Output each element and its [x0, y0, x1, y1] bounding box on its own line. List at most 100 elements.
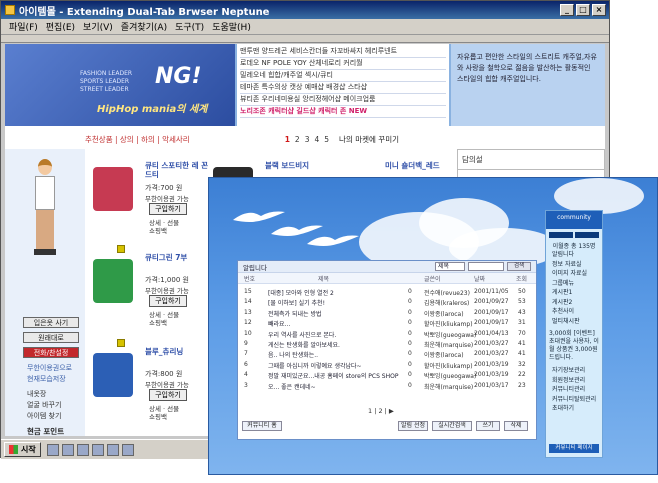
page-link[interactable]: 4: [314, 135, 319, 144]
menu-file[interactable]: 파일(F): [9, 20, 38, 33]
row-subject[interactable]: 그때를 아십니까 이렇예요 생각납다~: [268, 361, 362, 370]
page-link[interactable]: 5: [324, 135, 329, 144]
menu-help[interactable]: 도움말(H): [212, 20, 251, 33]
quicklaunch-icon[interactable]: [91, 443, 104, 456]
category-row[interactable]: 테마존 특수의상 캣상 예매샵 배경샵 스타샵: [240, 82, 446, 94]
product-thumb[interactable]: [93, 353, 133, 397]
table-row[interactable]: 10 우리 역사를 사진으로 본다. 0 박뽀잉(gueogawa) 2001/04/1…: [238, 329, 538, 339]
col-number: 번호: [244, 275, 256, 283]
search-input[interactable]: [468, 262, 504, 271]
maximize-icon[interactable]: □: [576, 4, 590, 16]
table-row[interactable]: 7 음.. 나의 탄생화는.. 0 이왕종(laroca) 2001/03/27 41: [238, 349, 538, 359]
row-subject[interactable]: 전체측가 되내는 방법: [268, 309, 322, 318]
live-search-button[interactable]: 실시간검색: [432, 421, 472, 431]
product-card[interactable]: 블루_츄리닝 가격:800 원 무한이용권 가능 구입하기 상세 · 선물 쇼핑…: [89, 339, 209, 429]
row-subject[interactable]: [대종] 모아와 인형 열전 2: [268, 288, 334, 297]
reset-button[interactable]: 원래대로: [23, 332, 79, 343]
menu-tools[interactable]: 도구(T): [175, 20, 204, 33]
detail-link[interactable]: 상세 · 선물: [149, 405, 179, 413]
category-row[interactable]: 뷰티존 우리네미용실 앙리정헤어샵 메이크업룸: [240, 94, 446, 106]
community-menu-item[interactable]: 게시판1: [552, 288, 602, 298]
cart-link[interactable]: 쇼핑백: [149, 227, 179, 235]
community-link[interactable]: 자기장보관리: [552, 366, 602, 376]
menu-edit[interactable]: 편집(E): [46, 20, 75, 33]
search-button[interactable]: 검색: [507, 262, 531, 271]
category-links[interactable]: 추천상품 | 상의 | 하의 | 악세사리: [85, 134, 190, 145]
community-menu-item[interactable]: 게시판2: [552, 298, 602, 308]
detail-link[interactable]: 상세 · 선물: [149, 311, 179, 319]
buy-worn-button[interactable]: 입은옷 사기: [23, 317, 79, 328]
write-button[interactable]: 쓰기: [476, 421, 500, 431]
category-row[interactable]: 노리조존 캐릭터샵 길드샵 캐릭터 존 NEW: [240, 106, 446, 118]
cart-link[interactable]: 쇼핑백: [149, 413, 179, 421]
delete-button[interactable]: 삭제: [504, 421, 528, 431]
community-page-button[interactable]: 커뮤니티 페이지: [549, 444, 599, 453]
table-row[interactable]: 3 오... 좋은 캔데네~ 0 최운해(marquise) 2001/03/17 23: [238, 381, 538, 391]
row-subject[interactable]: 게신는 탄생화를 알아보세요.: [268, 340, 340, 349]
page-link[interactable]: 3: [305, 135, 310, 144]
quicklaunch-icon[interactable]: [61, 443, 74, 456]
minimize-icon[interactable]: _: [560, 4, 574, 16]
cart-link[interactable]: 쇼핑백: [149, 319, 179, 327]
category-row[interactable]: 로데오 NF POLE YOY 산체네로리 커리월: [240, 58, 446, 70]
community-home-button[interactable]: 커뮤니티 홈: [242, 421, 282, 431]
table-row[interactable]: 15 [대종] 모아와 인형 열전 2 0 전수애(revue23) 2001/11/0…: [238, 287, 538, 297]
table-row[interactable]: 13 전체측가 되내는 방법 0 이왕종(laroca) 2001/09/17 43: [238, 308, 538, 318]
product-thumb[interactable]: [93, 259, 133, 303]
table-row[interactable]: 4 정말 재미있군요...내공 홈페이 store의 PCS SHOP 0 박뽀잉(g…: [238, 370, 538, 380]
buy-button[interactable]: 구입하기: [149, 389, 187, 401]
board-pager[interactable]: 1 | 2 | ▶: [368, 407, 394, 415]
community-link[interactable]: 초대하기: [552, 404, 602, 414]
community-menu-item[interactable]: 추천사이: [552, 307, 602, 317]
product-thumb[interactable]: [93, 167, 133, 211]
community-menu-item[interactable]: 멀티채시판: [552, 317, 602, 327]
page-link[interactable]: 2: [295, 135, 300, 144]
quicklaunch-icon[interactable]: [121, 443, 134, 456]
community-menu-item[interactable]: 정보 자료실: [552, 260, 602, 270]
quicklaunch-icon[interactable]: [106, 443, 119, 456]
menu-view[interactable]: 보기(V): [83, 20, 113, 33]
my-market-link[interactable]: 나의 마켓에 꾸미기: [339, 134, 399, 145]
product-name[interactable]: 큐티그린 7부: [145, 253, 211, 262]
notice-select-button[interactable]: 알림 선정: [398, 421, 428, 431]
product-name[interactable]: 미니 숄더백_레드: [385, 161, 451, 170]
product-name[interactable]: 블랙 보드비지: [265, 161, 331, 170]
face-change-link[interactable]: 얼굴 바꾸기: [27, 400, 61, 411]
product-card[interactable]: 큐티그린 7부 가격:1,000 원 무한이용권 가능 구입하기 상세 · 선물…: [89, 245, 209, 335]
item-search-link[interactable]: 아이템 찾기: [27, 411, 61, 422]
start-button[interactable]: 시작: [4, 442, 41, 457]
row-subject[interactable]: 음.. 나의 탄생화는..: [268, 350, 318, 359]
community-menu-item[interactable]: 그룹메뉴: [552, 279, 602, 289]
community-menu-item[interactable]: 이미지 자료실: [552, 269, 602, 279]
table-row[interactable]: 14 [물 이하보] 실기 추천! 0 김용해(kraleros) 2001/09/27…: [238, 297, 538, 307]
close-icon[interactable]: ×: [592, 4, 606, 16]
settings-button[interactable]: 전화/찬설정: [23, 347, 79, 358]
buy-button[interactable]: 구입하기: [149, 295, 187, 307]
page-link[interactable]: 1: [285, 135, 290, 144]
quicklaunch-icon[interactable]: [76, 443, 89, 456]
row-subject[interactable]: 우리 역사를 사진으로 본다.: [268, 330, 336, 339]
table-row[interactable]: 12 빼라요... 0 할아진(kliukamp) 2001/09/17 31: [238, 318, 538, 328]
product-name[interactable]: 블루_츄리닝: [145, 347, 211, 356]
product-name[interactable]: 큐티 스포티한 레 꼰드티: [145, 161, 211, 179]
avatar-legs: [36, 210, 54, 250]
table-row[interactable]: 9 게신는 탄생화를 알아보세요. 0 최운해(marquise) 2001/03/27…: [238, 339, 538, 349]
menu-favorites[interactable]: 즐겨찾기(A): [121, 20, 167, 33]
row-subject[interactable]: 빼라요...: [268, 319, 290, 328]
community-menu-item[interactable]: 알림니다: [552, 250, 602, 260]
product-card[interactable]: 큐티 스포티한 레 꼰드티 가격:700 원 무한이용권 가능 구입하기 상세 …: [89, 153, 209, 243]
category-row[interactable]: 맨투맨 양드레곤 세비스칸더들 자꼬바싸지 헤리루넨트: [240, 46, 446, 58]
quicklaunch-icon[interactable]: [46, 443, 59, 456]
closet-link[interactable]: 내옷장: [27, 389, 61, 400]
community-link[interactable]: 커뮤니티관리: [552, 385, 602, 395]
row-subject[interactable]: [물 이하보] 실기 추천!: [268, 298, 325, 307]
community-link[interactable]: 커뮤니티탈퇴관리: [552, 395, 602, 405]
table-row[interactable]: 6 그때를 아십니까 이렇예요 생각납다~ 0 할아진(kliukamp) 2001/0…: [238, 360, 538, 370]
row-subject[interactable]: 오... 좋은 캔데네~: [268, 382, 316, 391]
row-subject[interactable]: 정말 재미있군요...내공 홈페이 store의 PCS SHOP: [268, 371, 398, 380]
search-field-select[interactable]: 제목: [435, 262, 465, 271]
buy-button[interactable]: 구입하기: [149, 203, 187, 215]
detail-link[interactable]: 상세 · 선물: [149, 219, 179, 227]
community-link[interactable]: 회원정보관리: [552, 376, 602, 386]
category-row[interactable]: 밀레오네 힙합/캐주얼 섹시/큐티: [240, 70, 446, 82]
